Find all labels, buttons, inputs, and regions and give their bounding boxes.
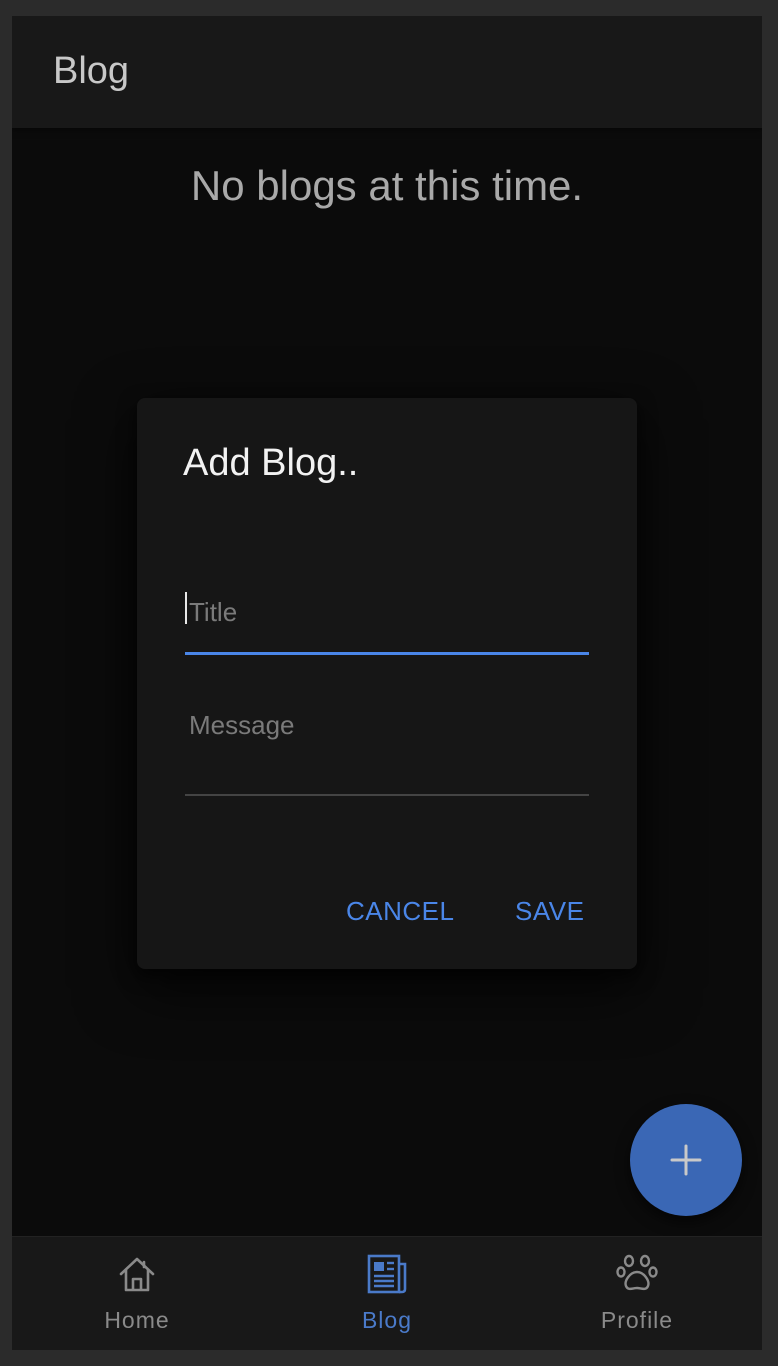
paw-icon: [616, 1254, 658, 1291]
tab-profile[interactable]: Profile: [512, 1237, 762, 1350]
title-field[interactable]: [185, 568, 589, 655]
page-title: Blog: [53, 50, 130, 92]
app-bar: Blog: [12, 16, 762, 128]
bottom-tab-bar: Home Blog Profile: [12, 1236, 762, 1350]
add-blog-dialog: Add Blog.. CANCEL SAVE: [137, 398, 637, 969]
tab-blog[interactable]: Blog: [262, 1237, 512, 1350]
tab-profile-label: Profile: [600, 1307, 674, 1333]
cancel-button[interactable]: CANCEL: [346, 896, 454, 927]
add-blog-button[interactable]: [630, 1104, 742, 1216]
empty-state-message: No blogs at this time.: [190, 162, 584, 209]
message-field[interactable]: [185, 678, 589, 796]
app-screen: Blog No blogs at this time. Add Blog.. C…: [12, 16, 762, 1350]
tab-home-label: Home: [104, 1307, 170, 1333]
message-input[interactable]: [185, 678, 589, 794]
title-input[interactable]: [185, 568, 589, 652]
newspaper-icon: [367, 1254, 407, 1294]
tab-blog-label: Blog: [361, 1307, 413, 1333]
save-button[interactable]: SAVE: [515, 896, 584, 927]
tab-home[interactable]: Home: [12, 1237, 262, 1350]
plus-icon: [670, 1144, 702, 1176]
text-cursor: [185, 592, 187, 624]
dialog-title: Add Blog..: [183, 442, 359, 484]
home-icon: [119, 1257, 155, 1292]
